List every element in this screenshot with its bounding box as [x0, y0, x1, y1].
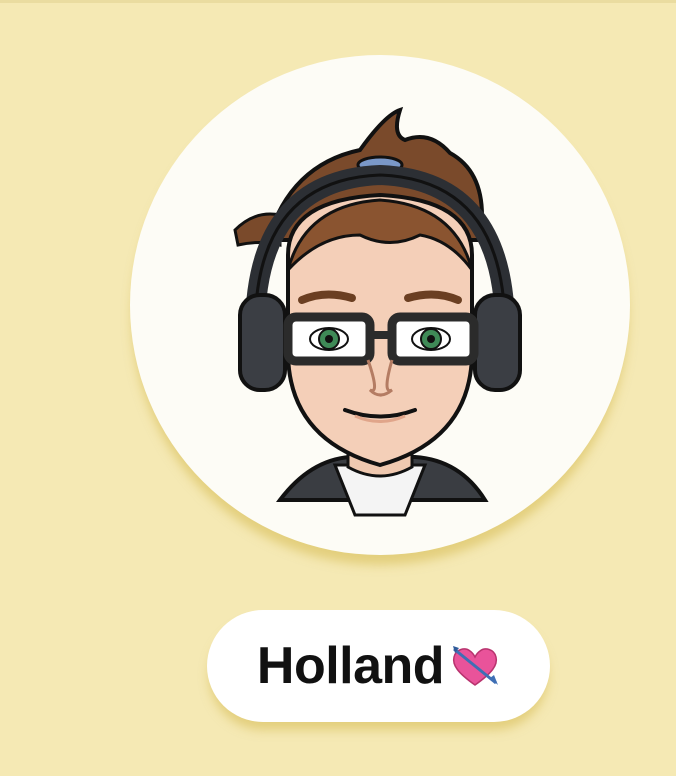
heart-with-arrow-icon [450, 643, 500, 689]
bitmoji-avatar[interactable] [130, 55, 630, 555]
display-name-badge[interactable]: Holland [207, 610, 550, 722]
avatar-illustration [233, 106, 522, 517]
top-divider [0, 0, 676, 3]
display-name: Holland [256, 637, 445, 695]
